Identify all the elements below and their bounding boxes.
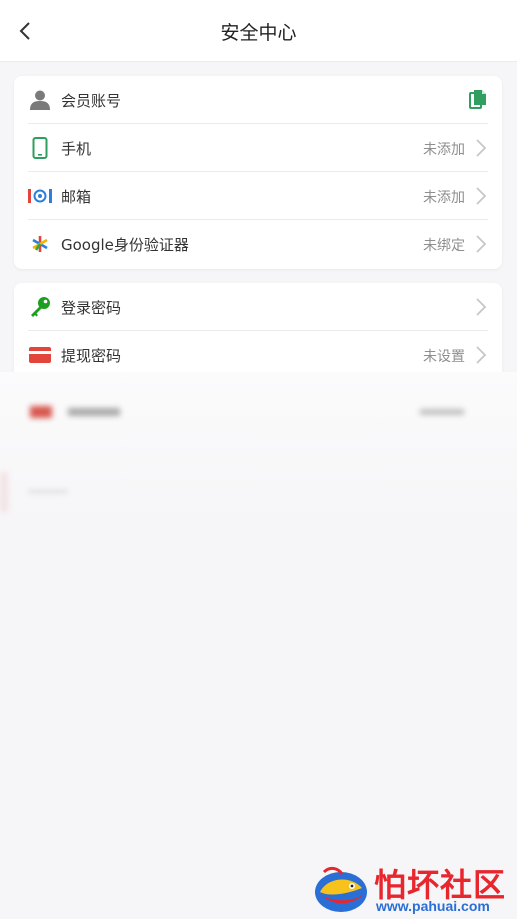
account-card: 会员账号 手机 未添加 邮箱 未添加 Google身份验证器 未绑定 (14, 76, 502, 269)
blurred-status (420, 409, 464, 415)
chevron-right-icon (476, 139, 487, 157)
copy-icon[interactable] (468, 88, 488, 110)
top-bar: 安全中心 (0, 0, 517, 62)
google-authenticator-status: 未绑定 (423, 238, 465, 254)
google-authenticator-row[interactable]: Google身份验证器 未绑定 (14, 220, 502, 268)
key-icon (28, 295, 52, 319)
blurred-card-icon (30, 406, 52, 418)
phone-icon (28, 136, 52, 160)
email-icon (28, 184, 52, 208)
watermark: 怕坏社区 www.pahuai.com (312, 860, 517, 919)
blurred-shape (0, 472, 8, 512)
fish-logo-icon (315, 866, 367, 912)
chevron-right-icon (476, 298, 487, 316)
watermark-url: www.pahuai.com (376, 898, 490, 914)
email-status: 未添加 (423, 190, 465, 206)
blurred-region (0, 372, 517, 532)
page-title: 安全中心 (220, 22, 297, 44)
card-icon (28, 343, 52, 367)
email-row[interactable]: 邮箱 未添加 (14, 172, 502, 220)
chevron-right-icon (476, 187, 487, 205)
phone-label: 手机 (61, 140, 92, 158)
chevron-right-icon (476, 346, 487, 364)
withdraw-password-status: 未设置 (423, 349, 465, 365)
google-authenticator-label: Google身份验证器 (61, 236, 189, 254)
phone-status: 未添加 (423, 142, 465, 158)
withdraw-password-label: 提现密码 (61, 347, 122, 365)
login-password-row[interactable]: 登录密码 (14, 283, 502, 331)
blurred-line (28, 490, 68, 493)
email-label: 邮箱 (61, 188, 92, 206)
blurred-text (68, 408, 120, 416)
google-authenticator-icon (28, 232, 52, 256)
login-password-label: 登录密码 (61, 299, 122, 317)
chevron-right-icon (476, 235, 487, 253)
user-icon (28, 88, 52, 112)
phone-row[interactable]: 手机 未添加 (14, 124, 502, 172)
member-account-row: 会员账号 (14, 76, 502, 124)
member-account-label: 会员账号 (61, 92, 122, 110)
